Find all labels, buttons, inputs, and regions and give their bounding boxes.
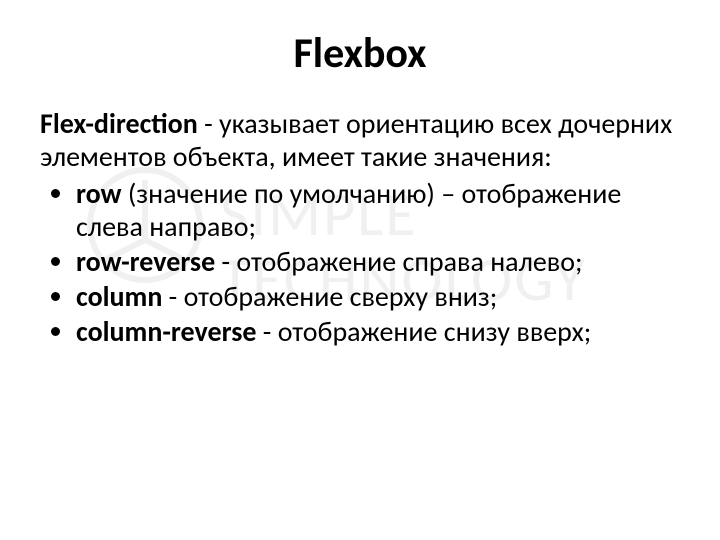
slide: SIMPLE TECHNOLOGY Flexbox Flex-direction… bbox=[0, 0, 720, 540]
item-desc: - отображение сверху вниз; bbox=[162, 279, 497, 314]
item-keyword: column-reverse bbox=[76, 314, 256, 349]
slide-content: Flexbox Flex-direction - указывает ориен… bbox=[0, 0, 720, 348]
list-item: row (значение по умолчанию) – отображени… bbox=[76, 177, 680, 243]
item-keyword: column bbox=[76, 279, 162, 314]
list-item: column - отображение сверху вниз; bbox=[76, 280, 680, 313]
value-list: row (значение по умолчанию) – отображени… bbox=[40, 177, 680, 348]
item-desc: - отображение справа налево; bbox=[215, 244, 582, 279]
item-keyword: row bbox=[76, 176, 121, 211]
item-keyword: row-reverse bbox=[76, 244, 215, 279]
list-item: column-reverse - отображение снизу вверх… bbox=[76, 315, 680, 348]
lead-term: Flex-direction bbox=[40, 106, 198, 141]
slide-title: Flexbox bbox=[40, 28, 680, 79]
lead-paragraph: Flex-direction - указывает ориентацию вс… bbox=[40, 107, 680, 173]
list-item: row-reverse - отображение справа налево; bbox=[76, 245, 680, 278]
item-desc: (значение по умолчанию) – отображение сл… bbox=[76, 176, 621, 244]
item-desc: - отображение снизу вверх; bbox=[256, 314, 591, 349]
